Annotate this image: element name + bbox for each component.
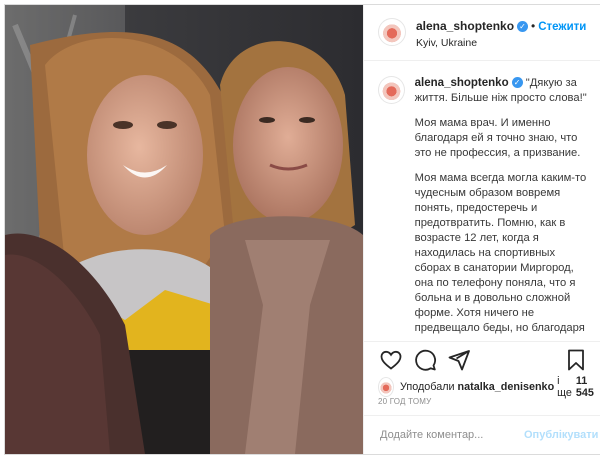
liker-username[interactable]: natalka_denisenko: [458, 381, 555, 393]
follow-button[interactable]: Стежити: [538, 21, 586, 33]
caption-paragraph-3: Моя мама всегда могла каким-то чудесным …: [414, 172, 587, 334]
post-photo[interactable]: [5, 5, 363, 454]
likes-summary: Уподобали natalka_denisenko і ще 11 545: [378, 375, 600, 399]
verified-badge-icon: ✓: [517, 21, 529, 32]
share-icon[interactable]: [446, 348, 472, 372]
photo-illustration: [5, 5, 363, 454]
bookmark-icon[interactable]: [563, 348, 589, 372]
instagram-post: alena_shoptenko ✓ • Стежити Kyiv, Ukraine a…: [4, 4, 600, 455]
likes-connector: і ще: [557, 375, 572, 399]
comment-input[interactable]: [378, 428, 524, 442]
heart-icon[interactable]: [378, 348, 404, 372]
post-side-panel: alena_shoptenko ✓ • Стежити Kyiv, Ukraine a…: [363, 5, 600, 454]
caption-paragraph-2: Моя мама врач. И именно благодаря ей я т…: [414, 117, 581, 159]
post-timestamp[interactable]: 20 ГОД ТОМУ: [378, 397, 431, 406]
separator-dot: •: [531, 19, 536, 33]
caption-author-avatar[interactable]: [378, 76, 405, 104]
likes-count[interactable]: 11 545: [576, 375, 600, 399]
author-info: alena_shoptenko ✓ • Стежити Kyiv, Ukraine: [416, 17, 586, 60]
likes-prefix: Уподобали: [399, 381, 455, 393]
comment-icon[interactable]: [412, 348, 438, 372]
verified-badge-icon: ✓: [511, 77, 523, 88]
liker-avatar[interactable]: [378, 377, 394, 397]
author-avatar[interactable]: [378, 18, 406, 46]
post-caption: alena_shoptenko ✓ "Дякую за життя. Більше…: [364, 62, 600, 337]
author-username[interactable]: alena_shoptenko: [416, 19, 514, 33]
caption-text: alena_shoptenko ✓ "Дякую за життя. Більше…: [415, 76, 591, 337]
comment-bar: Опублікувати: [364, 415, 600, 454]
publish-button[interactable]: Опублікувати: [524, 429, 598, 441]
post-header: alena_shoptenko ✓ • Стежити Kyiv, Ukraine: [364, 5, 600, 61]
post-actions: [364, 341, 600, 375]
caption-username[interactable]: alena_shoptenko: [415, 77, 509, 89]
post-location[interactable]: Kyiv, Ukraine: [416, 37, 586, 49]
